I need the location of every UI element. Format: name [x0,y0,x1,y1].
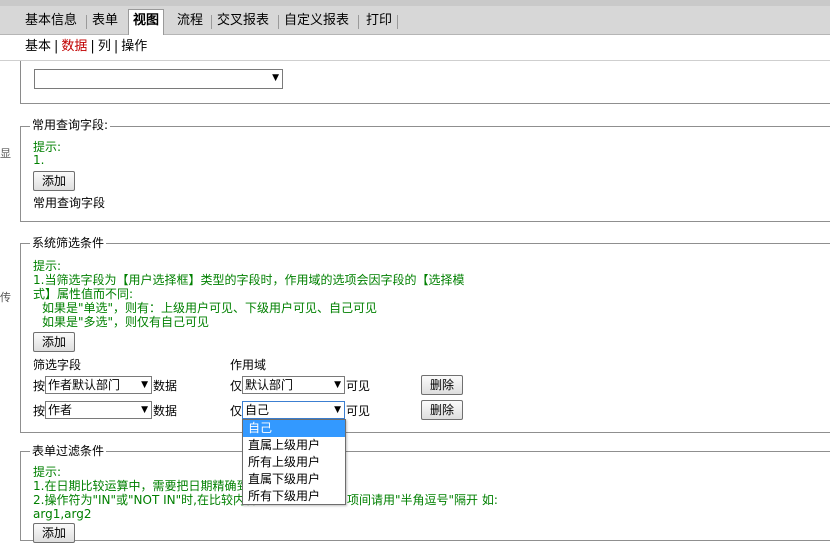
filter-row-data-label: 数据 [153,404,178,418]
system-filter-hint: 1.当筛选字段为【用户选择框】类型的字段时，作用域的选项会因字段的【选择模 [33,273,465,287]
tab-form[interactable]: 表单 [88,10,122,32]
subnav-separator: | [113,39,119,54]
tab-basic-info[interactable]: 基本信息 [21,10,81,32]
chevron-down-icon: ▼ [334,405,341,415]
form-filter-hint-label: 提示: [33,465,62,479]
system-filter-hint: 如果是"多选"，则仅有自己可见 [42,315,210,329]
dropdown-option[interactable]: 直属上级用户 [243,437,345,454]
filter-scope-value: 默认部门 [245,378,294,392]
filter-field-value: 作者默认部门 [48,378,121,392]
tab-separator [278,15,279,29]
panel-border [20,103,830,104]
subnav-divider [0,60,830,61]
filter-row-prefix: 按 [33,379,46,393]
tab-separator [397,15,398,29]
system-filter-legend: 系统筛选条件 [30,236,107,250]
subnav-column[interactable]: 列 [98,39,111,54]
filter-row-scope-prefix: 仅 [230,404,243,418]
subnav-action[interactable]: 操作 [121,39,147,54]
filter-field-select[interactable]: 作者默认部门 ▼ [45,376,152,394]
system-filter-hint-label: 提示: [33,259,62,273]
dropdown-option[interactable]: 所有上级用户 [243,454,345,471]
filter-row-visible-label: 可见 [346,404,371,418]
form-filter-add-button[interactable]: 添加 [33,523,75,543]
chevron-down-icon: ▼ [272,73,279,83]
system-filter-hint: 式】属性值而不同: [33,287,134,301]
form-filter-legend: 表单过滤条件 [30,444,107,458]
tab-flow[interactable]: 流程 [173,10,207,32]
dropdown-option[interactable]: 所有下级用户 [243,488,345,505]
tab-cross-report[interactable]: 交叉报表 [213,10,273,32]
dropdown-option[interactable]: 直属下级用户 [243,471,345,488]
form-filter-hint: 2.操作符为"IN"或"NOT IN"时,在比较内容 [33,493,257,507]
panel-border [20,61,21,104]
filter-row-scope-prefix: 仅 [230,379,243,393]
chevron-down-icon: ▼ [334,380,341,390]
common-query-footer-label: 常用查询字段 [33,196,106,210]
tab-view[interactable]: 视图 [128,9,165,35]
main-tab-bar: 基本信息 表单 视图 流程 交叉报表 自定义报表 打印 [0,6,830,35]
common-query-fieldset [20,126,830,222]
column-header-filter-field: 筛选字段 [33,358,82,372]
form-filter-hint: 项间请用"半角逗号"隔开 如: [347,493,498,507]
filter-field-select[interactable]: 作者 ▼ [45,401,152,419]
subnav-data[interactable]: 数据 [61,39,87,54]
subnav-basic[interactable]: 基本 [25,39,51,54]
chevron-down-icon: ▼ [141,380,148,390]
form-filter-hint: arg1,arg2 [33,507,92,521]
system-filter-add-button[interactable]: 添加 [33,332,75,352]
filter-row-data-label: 数据 [153,379,178,393]
dropdown-option[interactable]: 自己 [243,420,345,437]
form-filter-hint: 1.在日期比较运算中，需要把日期精确到 [33,479,249,493]
filter-field-value: 作者 [48,403,73,417]
scope-dropdown-list: 自己 直属上级用户 所有上级用户 直属下级用户 所有下级用户 [242,419,346,505]
filter-row-visible-label: 可见 [346,379,371,393]
tab-custom-report[interactable]: 自定义报表 [280,10,353,32]
common-query-legend: 常用查询字段: [30,118,111,132]
tab-separator [211,15,212,29]
filter-scope-select[interactable]: 自己 ▼ [242,401,345,419]
subnav-separator: | [54,39,59,54]
common-query-hint-label: 提示: [33,140,62,154]
common-query-hint: 1. [33,153,45,167]
edge-char: 显 [0,147,11,160]
chevron-down-icon: ▼ [141,405,148,415]
subnav-separator: | [90,39,95,54]
tab-separator [358,15,359,29]
system-filter-hint: 如果是"单选"，则有：上级用户可见、下级用户可见、自己可见 [42,301,378,315]
tab-separator [86,15,87,29]
common-query-add-button[interactable]: 添加 [33,171,75,191]
filter-scope-select[interactable]: 默认部门 ▼ [242,376,345,394]
filter-scope-value: 自己 [245,403,270,417]
delete-button[interactable]: 删除 [421,400,463,420]
filter-row-prefix: 按 [33,404,46,418]
sub-nav: 基本 | 数据 | 列 | 操作 [25,38,147,56]
edge-char: 传 [0,291,11,304]
tab-print[interactable]: 打印 [362,10,396,32]
top-select[interactable]: ▼ [34,69,283,89]
column-header-scope: 作用域 [230,358,267,372]
delete-button[interactable]: 删除 [421,375,463,395]
